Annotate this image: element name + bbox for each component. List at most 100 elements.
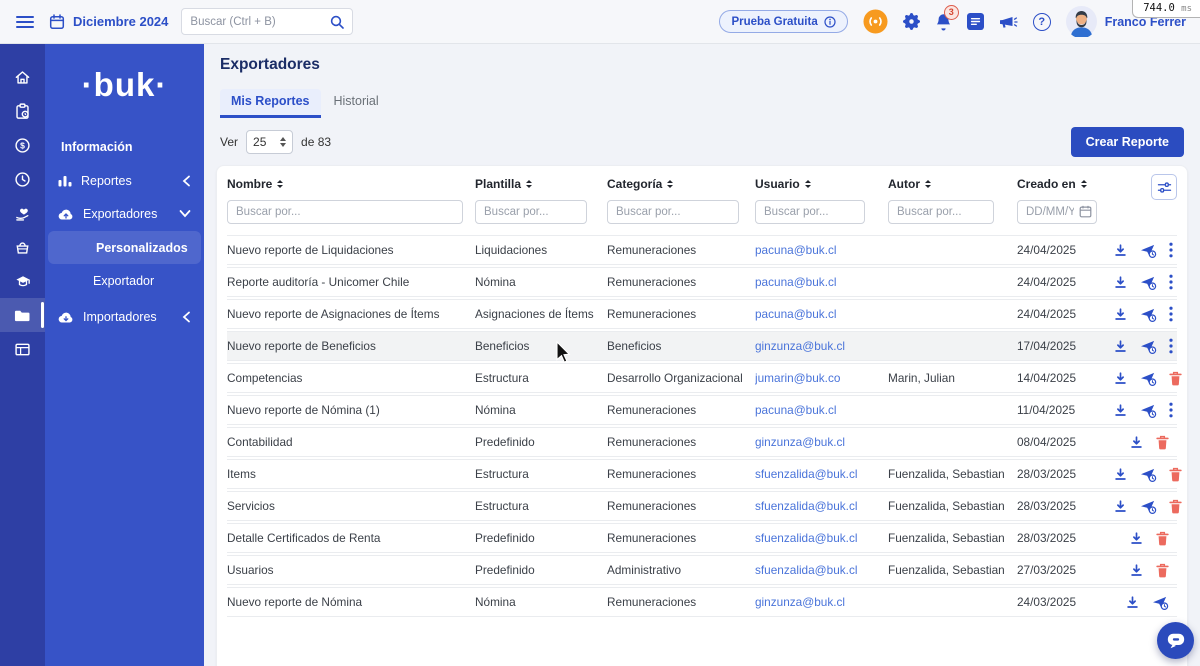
report-user-email-link[interactable]: pacuna@buk.cl	[755, 403, 888, 417]
download-icon[interactable]	[1113, 339, 1128, 354]
rail-home-icon[interactable]	[0, 60, 45, 94]
table-row[interactable]: Contabilidad Predefinido Remuneraciones …	[227, 427, 1177, 457]
notifications-bell-icon[interactable]: 3	[935, 4, 959, 31]
schedule-send-icon[interactable]	[1140, 499, 1157, 514]
report-user-email-link[interactable]: jumarin@buk.co	[755, 371, 888, 385]
trash-icon[interactable]	[1169, 467, 1182, 482]
trash-icon[interactable]	[1169, 371, 1182, 386]
hamburger-menu-icon[interactable]	[14, 13, 36, 31]
kebab-menu-icon[interactable]	[1169, 338, 1173, 354]
download-icon[interactable]	[1113, 275, 1128, 290]
column-header-usuario[interactable]: Usuario	[755, 177, 888, 191]
kebab-menu-icon[interactable]	[1169, 242, 1173, 258]
table-row[interactable]: Nuevo reporte de Nómina (1) Nómina Remun…	[227, 395, 1177, 425]
table-row[interactable]: Competencias Estructura Desarrollo Organ…	[227, 363, 1182, 393]
page-size-select[interactable]: 25	[246, 130, 294, 154]
report-user-email-link[interactable]: ginzunza@buk.cl	[755, 435, 888, 449]
table-row[interactable]: Servicios Estructura Remuneraciones sfue…	[227, 491, 1182, 521]
schedule-send-icon[interactable]	[1140, 307, 1157, 322]
search-icon[interactable]	[330, 15, 345, 29]
filter-plantilla-input[interactable]	[475, 200, 587, 224]
table-row[interactable]: Nuevo reporte de Nómina Nómina Remunerac…	[227, 587, 1177, 617]
intercom-icon[interactable]	[863, 9, 888, 34]
tab-mis-reportes[interactable]: Mis Reportes	[220, 89, 321, 118]
table-row[interactable]: Usuarios Predefinido Administrativo sfue…	[227, 555, 1177, 585]
schedule-send-icon[interactable]	[1140, 371, 1157, 386]
filter-categoria-input[interactable]	[607, 200, 739, 224]
trash-icon[interactable]	[1156, 435, 1169, 450]
filter-autor-input[interactable]	[888, 200, 994, 224]
rail-culture-heart-icon[interactable]	[0, 196, 45, 230]
report-user-email-link[interactable]: pacuna@buk.cl	[755, 307, 888, 321]
table-row[interactable]: Nuevo reporte de Beneficios Beneficios B…	[227, 331, 1177, 361]
create-report-button[interactable]: Crear Reporte	[1070, 127, 1184, 157]
download-icon[interactable]	[1113, 371, 1128, 386]
download-icon[interactable]	[1125, 595, 1140, 610]
report-user-email-link[interactable]: sfuenzalida@buk.cl	[755, 499, 888, 513]
settings-gear-icon[interactable]	[902, 13, 920, 30]
table-row[interactable]: Nuevo reporte de Asignaciones de Ítems A…	[227, 299, 1177, 329]
download-icon[interactable]	[1129, 563, 1144, 578]
rail-training-graduation-icon[interactable]	[0, 264, 45, 298]
trial-button[interactable]: Prueba Gratuita	[719, 10, 848, 33]
schedule-send-icon[interactable]	[1140, 339, 1157, 354]
schedule-send-icon[interactable]	[1152, 595, 1169, 610]
report-user-email-link[interactable]: pacuna@buk.cl	[755, 275, 888, 289]
filter-usuario-input[interactable]	[755, 200, 865, 224]
download-icon[interactable]	[1113, 499, 1128, 514]
documentation-icon[interactable]	[966, 13, 984, 30]
trash-icon[interactable]	[1169, 499, 1182, 514]
report-user-email-link[interactable]: pacuna@buk.cl	[755, 243, 888, 257]
profiler-badge[interactable]: 744.0 ms	[1132, 0, 1200, 18]
download-icon[interactable]	[1113, 243, 1128, 258]
report-user-email-link[interactable]: ginzunza@buk.cl	[755, 339, 888, 353]
kebab-menu-icon[interactable]	[1169, 306, 1173, 322]
download-icon[interactable]	[1129, 435, 1144, 450]
report-user-email-link[interactable]: sfuenzalida@buk.cl	[755, 563, 888, 577]
kebab-menu-icon[interactable]	[1169, 402, 1173, 418]
help-icon[interactable]: ?	[1032, 12, 1051, 31]
rail-benefits-basket-icon[interactable]	[0, 230, 45, 264]
column-header-plantilla[interactable]: Plantilla	[475, 177, 607, 191]
rail-payments-coin-icon[interactable]: $	[0, 128, 45, 162]
kebab-menu-icon[interactable]	[1169, 274, 1173, 290]
period-selector[interactable]: Diciembre 2024	[49, 13, 168, 30]
rail-clipboard-icon[interactable]	[0, 94, 45, 128]
schedule-send-icon[interactable]	[1140, 275, 1157, 290]
search-input[interactable]	[190, 15, 325, 28]
download-icon[interactable]	[1113, 307, 1128, 322]
sidebar-item-exportador[interactable]: Exportador	[45, 265, 204, 297]
schedule-send-icon[interactable]	[1140, 403, 1157, 418]
report-user-email-link[interactable]: ginzunza@buk.cl	[755, 595, 888, 609]
download-icon[interactable]	[1113, 403, 1128, 418]
sidebar-item-exportadores[interactable]: Exportadores	[45, 197, 204, 230]
column-header-nombre[interactable]: Nombre	[227, 177, 475, 191]
download-icon[interactable]	[1113, 467, 1128, 482]
trash-icon[interactable]	[1156, 563, 1169, 578]
rail-kanban-board-icon[interactable]	[0, 332, 45, 366]
column-header-categoria[interactable]: Categoría	[607, 177, 755, 191]
sidebar-item-importadores[interactable]: Importadores	[45, 300, 204, 333]
announcements-megaphone-icon[interactable]	[999, 14, 1018, 30]
filter-nombre-input[interactable]	[227, 200, 463, 224]
tab-historial[interactable]: Historial	[323, 89, 390, 118]
table-row[interactable]: Detalle Certificados de Renta Predefinid…	[227, 523, 1177, 553]
table-row[interactable]: Items Estructura Remuneraciones sfuenzal…	[227, 459, 1182, 489]
table-row[interactable]: Reporte auditoría - Unicomer Chile Nómin…	[227, 267, 1177, 297]
chat-fab-button[interactable]	[1157, 622, 1194, 659]
download-icon[interactable]	[1129, 531, 1144, 546]
schedule-send-icon[interactable]	[1140, 467, 1157, 482]
table-row[interactable]: Nuevo reporte de Liquidaciones Liquidaci…	[227, 235, 1177, 265]
report-user-email-link[interactable]: sfuenzalida@buk.cl	[755, 467, 888, 481]
column-settings-button[interactable]	[1151, 174, 1177, 200]
trash-icon[interactable]	[1156, 531, 1169, 546]
sidebar-item-reportes[interactable]: Reportes	[45, 164, 204, 197]
rail-time-clock-icon[interactable]	[0, 162, 45, 196]
sidebar-item-personalizados[interactable]: Personalizados	[48, 231, 201, 264]
column-header-creado-en[interactable]: Creado en	[1017, 177, 1113, 191]
global-search[interactable]	[181, 8, 354, 35]
rail-documents-folder-icon[interactable]	[0, 298, 45, 332]
column-header-autor[interactable]: Autor	[888, 177, 1017, 191]
schedule-send-icon[interactable]	[1140, 243, 1157, 258]
report-user-email-link[interactable]: sfuenzalida@buk.cl	[755, 531, 888, 545]
